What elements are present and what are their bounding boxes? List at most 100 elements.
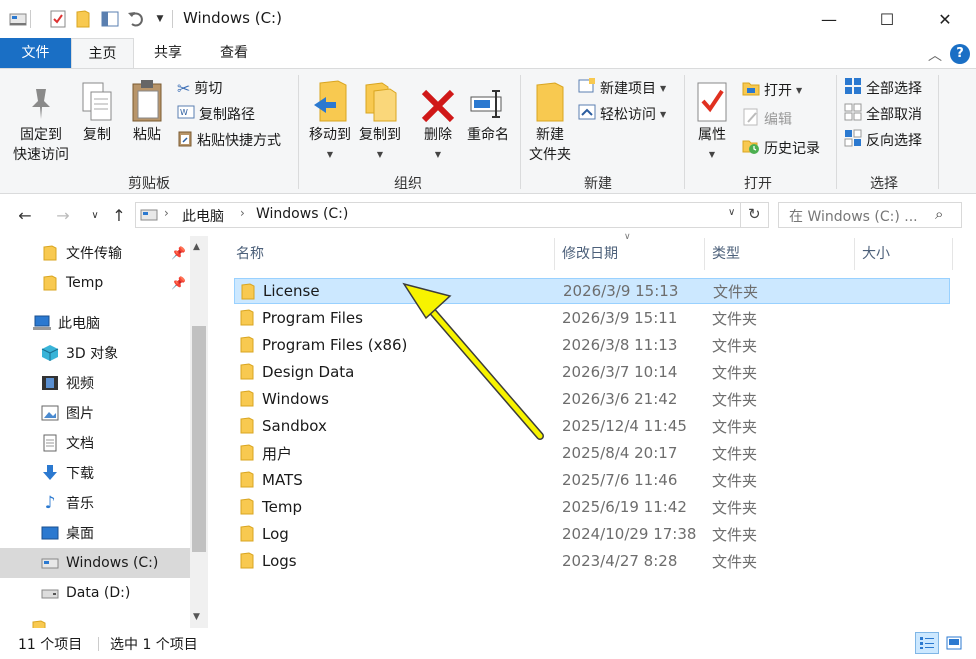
delete-button[interactable]: 删除 ▼: [418, 75, 458, 165]
copy-button[interactable]: 复制: [76, 75, 118, 145]
breadcrumb-separator-icon[interactable]: ›: [164, 206, 169, 220]
nav-item-music[interactable]: ♪ 音乐: [0, 488, 190, 518]
minimize-button[interactable]: —: [800, 0, 858, 38]
tab-share[interactable]: 共享: [140, 38, 196, 68]
file-name[interactable]: Log: [262, 525, 289, 543]
undo-quick-icon[interactable]: [126, 9, 146, 29]
explorer-app-icon[interactable]: [8, 9, 28, 29]
paste-shortcut-button[interactable]: 粘贴快捷方式: [177, 129, 281, 151]
copy-to-button[interactable]: 复制到 ▼: [356, 75, 404, 165]
scroll-up-arrow-icon[interactable]: ▲: [193, 242, 200, 252]
nav-item-downloads[interactable]: 下载: [0, 458, 190, 488]
file-row[interactable]: Program Files 2026/3/9 15:11 文件夹: [234, 305, 950, 331]
forward-arrow-icon[interactable]: →: [52, 204, 74, 226]
collapse-ribbon-chevron-icon[interactable]: ︿: [928, 45, 942, 65]
file-row[interactable]: Log 2024/10/29 17:38 文件夹: [234, 521, 950, 547]
paste-button[interactable]: 粘贴: [126, 75, 168, 145]
nav-item-windows-c[interactable]: Windows (C:): [0, 548, 190, 578]
recent-locations-chevron-icon[interactable]: ∨: [84, 204, 106, 226]
nav-item-temp[interactable]: Temp 📌: [0, 268, 190, 298]
file-row[interactable]: Windows 2026/3/6 21:42 文件夹: [234, 386, 950, 412]
select-none-button[interactable]: 全部取消: [844, 103, 922, 125]
file-name[interactable]: Sandbox: [262, 417, 327, 435]
scroll-down-arrow-icon[interactable]: ▼: [193, 612, 200, 622]
search-box[interactable]: 在 Windows (C:) ... ⌕: [778, 202, 962, 228]
new-folder-quick-icon[interactable]: [73, 9, 93, 29]
easy-access-button[interactable]: 轻松访问 ▼: [578, 103, 666, 125]
breadcrumb-this-pc[interactable]: 此电脑: [182, 206, 224, 226]
folder-icon: [240, 552, 254, 573]
search-icon[interactable]: ⌕: [935, 205, 943, 223]
nav-item-data-d[interactable]: Data (D:): [0, 578, 190, 608]
column-header-size[interactable]: 大小: [862, 238, 890, 270]
address-dropdown-chevron-icon[interactable]: ∨: [728, 207, 735, 218]
nav-item-desktop[interactable]: 桌面: [0, 518, 190, 548]
invert-selection-button[interactable]: 反向选择: [844, 129, 922, 151]
details-view-icon[interactable]: [915, 632, 939, 654]
select-all-button[interactable]: 全部选择: [844, 77, 922, 99]
back-arrow-icon[interactable]: ←: [14, 204, 36, 226]
tab-view[interactable]: 查看: [206, 38, 262, 68]
pin-to-quick-access-button[interactable]: 固定到 快速访问: [8, 75, 74, 165]
history-button[interactable]: 历史记录: [742, 137, 820, 159]
nav-item-label: 下载: [66, 466, 94, 482]
file-name[interactable]: Program Files: [262, 309, 363, 327]
help-icon[interactable]: ?: [950, 44, 970, 64]
file-name[interactable]: Logs: [262, 552, 297, 570]
column-header-name[interactable]: 名称: [236, 238, 264, 270]
file-name[interactable]: Design Data: [262, 363, 354, 381]
breadcrumb-windows-c[interactable]: Windows (C:): [256, 206, 348, 222]
refresh-icon[interactable]: ↻: [748, 205, 761, 223]
tab-home[interactable]: 主页: [71, 38, 134, 69]
file-name[interactable]: Windows: [262, 390, 329, 408]
file-row[interactable]: 用户 2025/8/4 20:17 文件夹: [234, 440, 950, 466]
move-to-button[interactable]: 移动到 ▼: [306, 75, 354, 165]
tab-file[interactable]: 文件: [0, 38, 71, 68]
new-folder-button[interactable]: 新建 文件夹: [526, 75, 574, 165]
new-item-button[interactable]: 新建项目 ▼: [578, 77, 666, 99]
up-arrow-icon[interactable]: ↑: [108, 204, 130, 226]
file-name[interactable]: MATS: [262, 471, 303, 489]
layout-quick-icon[interactable]: [100, 9, 120, 29]
column-separator[interactable]: [554, 238, 555, 270]
column-separator[interactable]: [854, 238, 855, 270]
nav-item-this-pc[interactable]: 此电脑: [0, 308, 190, 338]
close-button[interactable]: ✕: [916, 0, 974, 38]
navigation-scrollbar[interactable]: ▲ ▼: [190, 236, 208, 628]
properties-button[interactable]: 属性 ▼: [692, 75, 732, 165]
nav-item-videos[interactable]: 视频: [0, 368, 190, 398]
file-row[interactable]: Temp 2025/6/19 11:42 文件夹: [234, 494, 950, 520]
nav-item-file-transfer[interactable]: 文件传输 📌: [0, 238, 190, 268]
file-row[interactable]: Logs 2023/4/27 8:28 文件夹: [234, 548, 950, 574]
breadcrumb-separator-icon[interactable]: ›: [240, 206, 245, 220]
column-header-modified[interactable]: 修改日期: [562, 238, 618, 270]
file-name[interactable]: 用户: [262, 443, 292, 464]
cut-button[interactable]: ✂ 剪切: [177, 77, 222, 99]
search-input[interactable]: 在 Windows (C:) ...: [789, 206, 918, 226]
nav-item-pictures[interactable]: 图片: [0, 398, 190, 428]
column-header-type[interactable]: 类型: [712, 238, 740, 270]
file-name[interactable]: Program Files (x86): [262, 336, 407, 354]
file-row[interactable]: Design Data 2026/3/7 10:14 文件夹: [234, 359, 950, 385]
file-row[interactable]: License 2026/3/9 15:13 文件夹: [234, 278, 950, 304]
column-separator[interactable]: [952, 238, 953, 270]
maximize-button[interactable]: ☐: [858, 0, 916, 38]
copy-path-button[interactable]: W 复制路径: [177, 103, 255, 125]
nav-item-3d-objects[interactable]: 3D 对象: [0, 338, 190, 368]
file-name[interactable]: Temp: [262, 498, 302, 516]
customize-toolbar-chevron-icon[interactable]: ▼: [150, 9, 170, 29]
file-row[interactable]: Program Files (x86) 2026/3/8 11:13 文件夹: [234, 332, 950, 358]
edit-button[interactable]: 编辑: [742, 108, 792, 130]
scrollbar-thumb[interactable]: [192, 326, 206, 552]
column-separator[interactable]: [704, 238, 705, 270]
file-row[interactable]: Sandbox 2025/12/4 11:45 文件夹: [234, 413, 950, 439]
properties-quick-icon[interactable]: [48, 9, 68, 29]
nav-item-documents[interactable]: 文档: [0, 428, 190, 458]
rename-button[interactable]: 重命名: [462, 75, 514, 145]
address-bar[interactable]: › 此电脑 › Windows (C:) ∨ ↻: [135, 202, 769, 228]
large-icons-view-icon[interactable]: [942, 632, 966, 654]
file-modified-date: 2026/3/8 11:13: [562, 336, 678, 354]
file-name[interactable]: License: [263, 282, 320, 300]
file-row[interactable]: MATS 2025/7/6 11:46 文件夹: [234, 467, 950, 493]
open-button[interactable]: 打开 ▼: [742, 79, 802, 101]
